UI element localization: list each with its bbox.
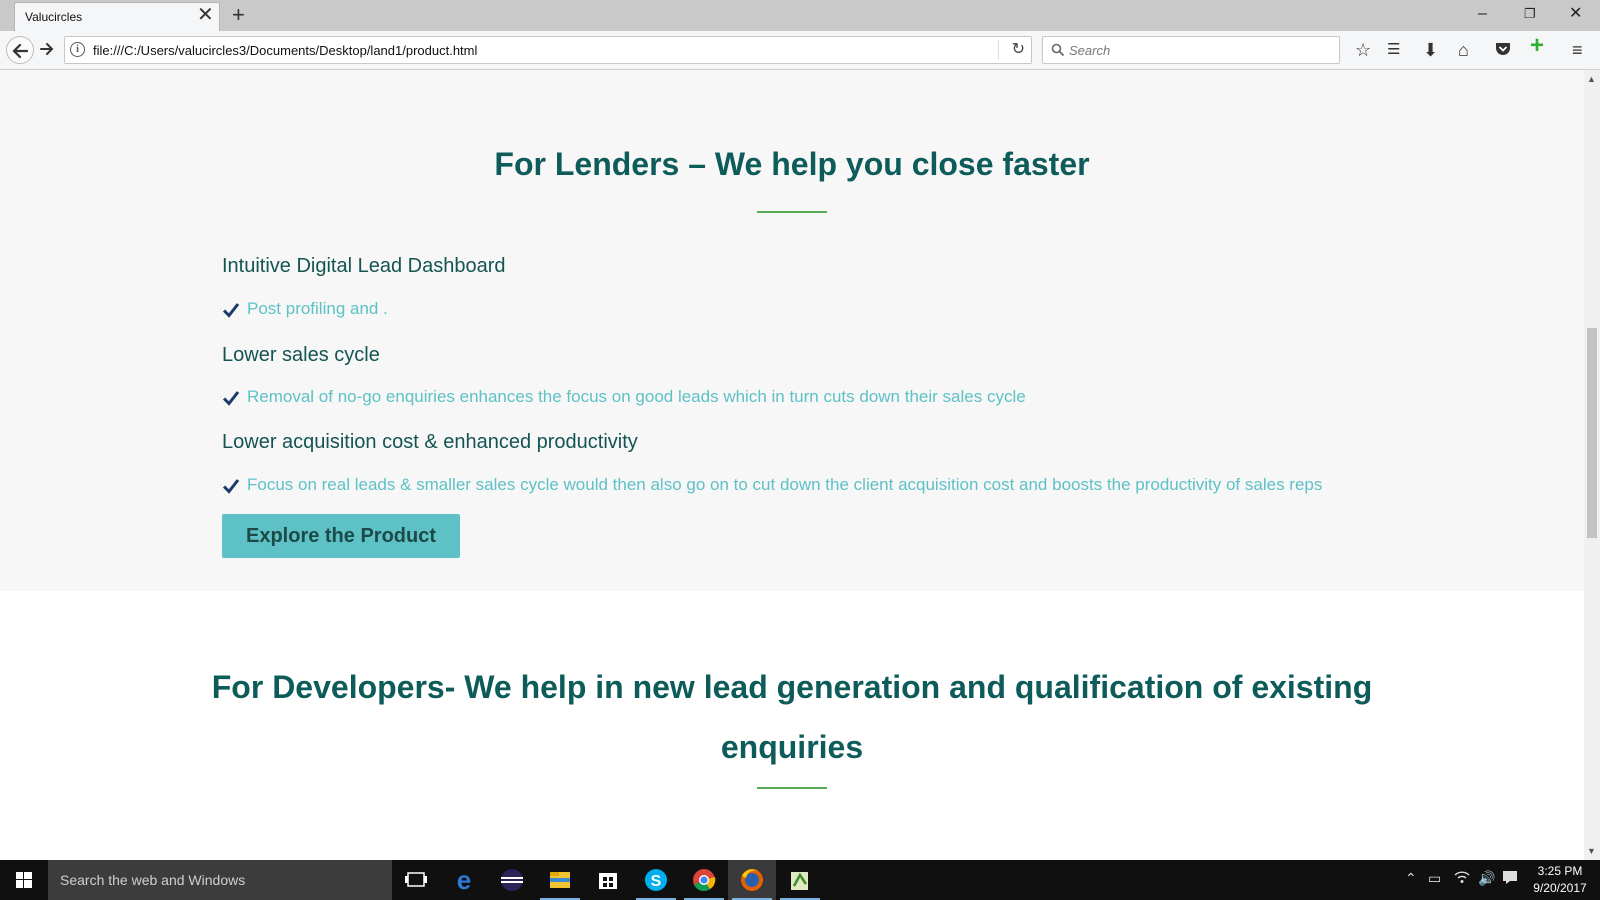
explore-product-button[interactable]: Explore the Product [222, 514, 460, 558]
forward-arrow-icon [40, 43, 54, 55]
checkmark-icon [222, 391, 240, 406]
address-bar[interactable]: i file:///C:/Users/valucircles3/Document… [64, 36, 1032, 64]
menu-icon[interactable]: ≡ [1572, 40, 1583, 60]
checkmark-icon [222, 479, 240, 494]
home-icon[interactable]: ⌂ [1458, 40, 1469, 60]
scroll-up-icon[interactable]: ▲ [1587, 74, 1596, 84]
feature-point-text: Post profiling and . [247, 299, 388, 318]
tab-title: Valucircles [25, 10, 83, 24]
battery-icon[interactable]: ▭ [1428, 870, 1441, 887]
bookmark-star-icon[interactable]: ☆ [1355, 40, 1371, 60]
feature-point-text: Removal of no-go enquiries enhances the … [247, 387, 1026, 406]
url-text[interactable]: file:///C:/Users/valucircles3/Documents/… [93, 43, 477, 58]
eclipse-icon[interactable] [488, 860, 536, 900]
url-divider [998, 40, 999, 60]
back-arrow-icon [12, 43, 29, 59]
new-tab-icon[interactable]: + [232, 2, 245, 28]
forward-button[interactable] [38, 40, 56, 62]
close-window-icon[interactable]: ✕ [1569, 2, 1582, 26]
developers-section: For Developers- We help in new lead gene… [0, 591, 1584, 860]
feature-heading: Lower acquisition cost & enhanced produc… [222, 431, 638, 453]
lenders-title: For Lenders – We help you close faster [494, 146, 1090, 182]
scrollbar-thumb[interactable] [1587, 328, 1597, 538]
minimize-icon[interactable]: – [1478, 2, 1487, 26]
edge-browser-icon[interactable]: e [440, 860, 488, 900]
tab-strip: Valucircles ✕ + – ❐ ✕ [0, 0, 1600, 31]
checkmark-icon [222, 303, 240, 318]
search-icon [1051, 43, 1065, 57]
file-explorer-icon[interactable] [536, 860, 584, 900]
notepad-plus-icon[interactable] [776, 860, 824, 900]
feature-point-text: Focus on real leads & smaller sales cycl… [247, 475, 1323, 494]
scroll-down-icon[interactable]: ▼ [1587, 846, 1596, 856]
download-icon[interactable]: ⬇ [1423, 40, 1438, 60]
title-underline [757, 787, 827, 789]
add-on-plus-icon[interactable]: + [1530, 34, 1544, 58]
feature-heading: Lower sales cycle [222, 344, 380, 366]
svg-text:e: e [457, 865, 471, 895]
reload-icon[interactable]: ↻ [1012, 39, 1025, 59]
back-button[interactable] [6, 36, 34, 64]
title-underline [757, 211, 827, 213]
feature-heading: Intuitive Digital Lead Dashboard [222, 255, 506, 277]
firefox-icon[interactable] [728, 860, 776, 900]
skype-icon[interactable]: S [632, 860, 680, 900]
wifi-icon[interactable] [1454, 870, 1470, 887]
restore-icon[interactable]: ❐ [1524, 2, 1536, 26]
info-icon[interactable]: i [70, 42, 85, 57]
action-center-icon[interactable] [1502, 870, 1518, 887]
reading-list-icon[interactable]: ☰ [1387, 40, 1400, 60]
search-input[interactable]: Search [1042, 36, 1340, 64]
store-icon[interactable] [584, 860, 632, 900]
navigation-toolbar: i file:///C:/Users/valucircles3/Document… [0, 31, 1600, 70]
developers-title-line1: For Developers- We help in new lead gene… [211, 669, 1373, 705]
browser-tab[interactable]: Valucircles ✕ [14, 2, 220, 31]
taskbar-search-box[interactable]: Search the web and Windows [48, 860, 392, 900]
windows-taskbar: Search the web and Windows e S ⌃ ▭ 🔊 3:2… [0, 860, 1600, 900]
clock-time: 3:25 PM [1537, 864, 1583, 878]
close-tab-icon[interactable]: ✕ [197, 5, 214, 25]
task-view-icon[interactable] [392, 860, 440, 900]
chrome-icon[interactable] [680, 860, 728, 900]
lenders-section: For Lenders – We help you close faster I… [0, 70, 1584, 591]
search-placeholder: Search [1069, 43, 1111, 58]
start-button[interactable] [0, 860, 48, 900]
vertical-scrollbar[interactable]: ▲ ▼ [1584, 70, 1600, 860]
page-viewport: For Lenders – We help you close faster I… [0, 70, 1584, 860]
svg-text:S: S [651, 873, 662, 890]
developers-title-line2: enquiries [720, 729, 864, 765]
pocket-icon[interactable] [1494, 40, 1512, 62]
clock-date: 9/20/2017 [1533, 881, 1587, 895]
volume-icon[interactable]: 🔊 [1478, 870, 1495, 887]
windows-logo-icon [16, 872, 32, 888]
taskbar-clock[interactable]: 3:25 PM 9/20/2017 [1522, 863, 1598, 897]
taskbar-search-text: Search the web and Windows [60, 872, 246, 888]
show-hidden-icons[interactable]: ⌃ [1405, 870, 1417, 887]
